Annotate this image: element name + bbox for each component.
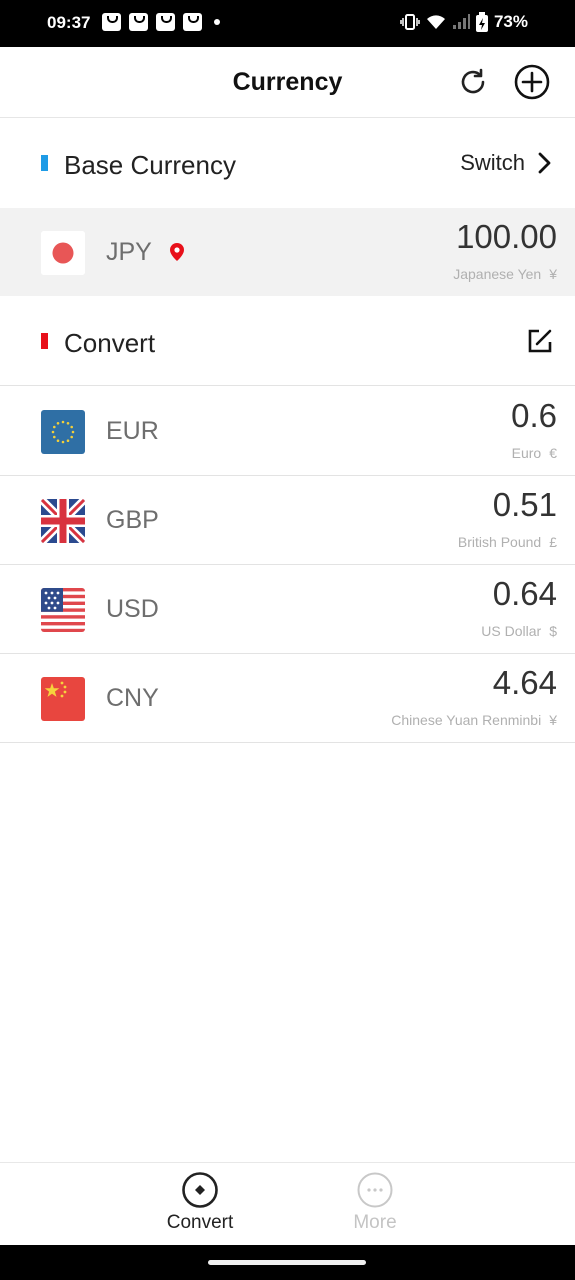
chevron-right-icon	[538, 152, 551, 174]
convert-icon	[182, 1172, 218, 1208]
shopping-bag-icon	[156, 13, 175, 31]
currency-code: GBP	[106, 506, 159, 534]
gesture-bar	[0, 1245, 575, 1280]
nav-label: More	[353, 1212, 397, 1233]
section-accent-bar	[41, 333, 48, 349]
shopping-bag-icon	[183, 13, 202, 31]
currency-name: Chinese Yuan Renminbi ¥	[391, 712, 557, 728]
base-currency-title: Base Currency	[64, 150, 236, 180]
china-flag-icon	[41, 677, 85, 721]
app-bar: Currency	[0, 47, 575, 118]
eu-flag-icon	[41, 410, 85, 454]
nav-convert[interactable]: Convert	[140, 1171, 260, 1234]
currency-row-eur[interactable]: EUR 0.6 Euro €	[0, 387, 575, 476]
wifi-icon	[426, 15, 445, 29]
dot-icon	[214, 19, 220, 25]
base-currency-row[interactable]: JPY 100.00 Japanese Yen ¥	[0, 208, 575, 296]
currency-code: EUR	[106, 417, 159, 445]
notification-icons	[102, 13, 220, 31]
currency-name: US Dollar $	[481, 623, 557, 639]
currency-row-cny[interactable]: CNY 4.64 Chinese Yuan Renminbi ¥	[0, 654, 575, 743]
currency-code: JPY	[106, 238, 152, 266]
refresh-button[interactable]	[455, 64, 491, 100]
currency-code: CNY	[106, 684, 159, 712]
convert-header: Convert	[0, 296, 575, 386]
currency-amount: 0.64	[492, 575, 557, 612]
section-accent-bar	[41, 155, 48, 171]
currency-amount: 100.00	[456, 218, 557, 255]
currency-row-gbp[interactable]: GBP 0.51 British Pound £	[0, 476, 575, 565]
nav-more[interactable]: More	[315, 1171, 435, 1234]
currency-name: Euro €	[511, 445, 557, 461]
base-currency-header: Base Currency Switch	[0, 118, 575, 208]
shopping-bag-icon	[129, 13, 148, 31]
battery-percent: 73%	[493, 12, 528, 31]
currency-row-usd[interactable]: USD 0.64 US Dollar $	[0, 565, 575, 654]
currency-amount: 0.51	[492, 486, 557, 523]
shopping-bag-icon	[102, 13, 121, 31]
location-pin-icon	[170, 243, 184, 261]
add-currency-button[interactable]	[514, 64, 550, 100]
switch-label: Switch	[460, 150, 525, 175]
more-icon	[357, 1172, 393, 1208]
japan-flag-icon	[41, 231, 85, 275]
currency-name: British Pound £	[457, 534, 557, 550]
switch-button[interactable]: Switch	[460, 150, 551, 176]
edit-button[interactable]	[527, 328, 553, 359]
home-indicator[interactable]	[208, 1260, 366, 1265]
status-bar: 09:37 73%	[0, 0, 575, 47]
currency-name: Japanese Yen ¥	[453, 266, 557, 282]
currency-amount: 0.6	[511, 397, 557, 434]
vibrate-icon	[400, 14, 420, 30]
battery-charging-icon	[475, 12, 488, 32]
uk-flag-icon	[41, 499, 85, 543]
refresh-icon	[461, 68, 485, 94]
bottom-nav: Convert More	[0, 1162, 575, 1245]
system-icons: 73%	[400, 12, 528, 32]
signal-icon	[452, 14, 470, 29]
nav-label: Convert	[166, 1212, 234, 1233]
convert-title: Convert	[64, 328, 156, 358]
add-circle-icon	[514, 64, 550, 100]
status-time: 09:37	[47, 13, 91, 32]
currency-code: USD	[106, 595, 159, 623]
us-flag-icon	[41, 588, 85, 632]
edit-icon	[528, 329, 552, 353]
currency-amount: 4.64	[492, 664, 557, 701]
